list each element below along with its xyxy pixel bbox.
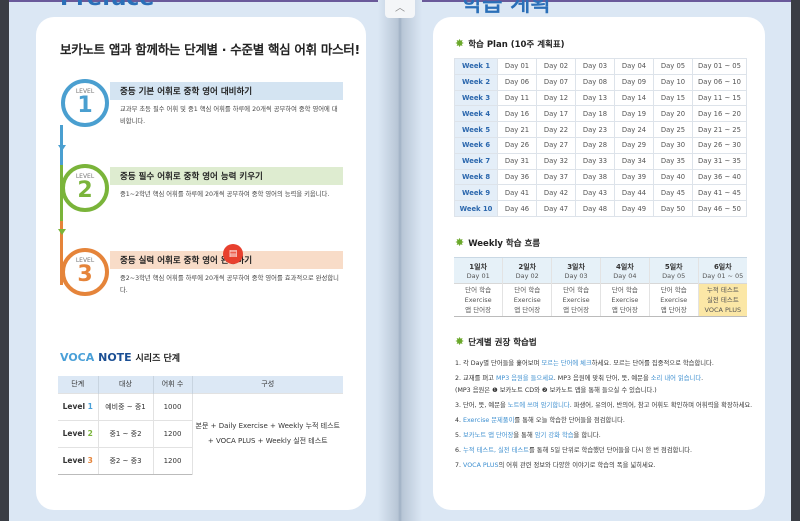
- weekly-day-header: 4일차 Day 04: [599, 257, 650, 284]
- method-item: (MP3 음원은 ❶ 보카노트 CD와 ❷ 보카노트 앱을 통해 들으실 수 있…: [455, 387, 657, 394]
- viewer-frame-left: [0, 0, 9, 521]
- weekly-day-header: 3일차 Day 03: [551, 257, 601, 284]
- weekly-day-tasks: 단어 학습 Exercise 앱 단어장: [599, 283, 650, 317]
- table-row: Week 5 Day 21 Day 22 Day 23 Day 24 Day 25 Day …: [454, 121, 747, 138]
- method-item: 4. Exercise 문제풀이를 통해 오늘 학습한 단어들을 점검합니다.: [455, 417, 625, 424]
- level-badge: LEVEL 2: [61, 164, 109, 212]
- table-row: Week 8 Day 36 Day 37 Day 38 Day 39 Day 40 Day …: [454, 168, 747, 186]
- level-description: 중1~2학년 핵심 어휘를 하루에 20개씩 공부하여 중학 영어의 능력을 키…: [120, 191, 330, 198]
- method-list: 1. 각 Day별 단어들을 훑어보며 모르는 단어에 체크하세요. 모르는 단…: [455, 358, 755, 475]
- series-title: VOCA NOTE 시리즈 단계: [60, 351, 181, 364]
- method-item: 5. 보카노트 앱 단어장을 통해 암기 강화 학습을 합니다.: [455, 432, 601, 439]
- weekly-day-tasks: 누적 테스트 실전 테스트 VOCA PLUS: [697, 283, 747, 317]
- scroll-up-button[interactable]: ︿: [385, 0, 415, 18]
- table-row: Week 6 Day 26 Day 27 Day 28 Day 29 Day 30 Day …: [454, 136, 747, 154]
- plan-table: Week 1 Day 01 Day 02 Day 03 Day 04 Day 05 Day …: [454, 58, 747, 217]
- method-heading: ✸ 단계별 권장 학습법: [455, 335, 537, 348]
- weekly-day-tasks: 단어 학습 Exercise 앱 단어장: [502, 283, 552, 317]
- table-row: Week 7 Day 31 Day 32 Day 33 Day 34 Day 35 Day …: [454, 152, 747, 170]
- weekly-day-header: 1일차 Day 01: [454, 257, 503, 284]
- right-page: ✸ 학습 Plan (10주 계획표) Week 1 Day 01 Day 02 Day…: [433, 17, 765, 510]
- level-description: 교과부 초등 필수 어휘 및 중1 핵심 어휘를 하루에 20개씩 공부하여 중…: [120, 106, 338, 125]
- level-heading: 중등 필수 어휘로 중학 영어 능력 키우기: [110, 167, 343, 185]
- table-row: Week 1 Day 01 Day 02 Day 03 Day 04 Day 05 Day …: [454, 58, 747, 75]
- table-row: Level 1 예비중 ~ 중1 1000 본문 + Daily Exercis…: [58, 392, 343, 474]
- method-item: 7. VOCA PLUS의 어휘 관련 정보와 다양한 이야기로 학습의 폭을 …: [455, 462, 656, 469]
- level-badge: LEVEL 3: [61, 248, 109, 296]
- arrow-down-icon: [58, 229, 66, 235]
- viewer-frame-right: [791, 0, 800, 521]
- table-row: Week 10 Day 46 Day 47 Day 48 Day 49 Day 50 Day…: [454, 200, 747, 217]
- right-page-heading: 학습 계획: [462, 0, 551, 17]
- weekly-day-tasks: 단어 학습 Exercise 앱 단어장: [551, 283, 601, 317]
- level-badge: LEVEL 1: [61, 79, 109, 127]
- leaf-icon: ✸: [455, 335, 465, 348]
- table-row: Week 4 Day 16 Day 17 Day 18 Day 19 Day 20 Day …: [454, 105, 747, 123]
- page-title: 보카노트 앱과 함께하는 단계별 · 수준별 핵심 어휘 마스터!: [60, 42, 360, 57]
- leaf-icon: ✸: [455, 37, 465, 50]
- weekly-table: 1일차 Day 01 2일차 Day 02 3일차 Day 03 4일차 Day 04 5일차 D…: [454, 257, 747, 317]
- table-row: Week 3 Day 11 Day 12 Day 13 Day 14 Day 15 Day …: [454, 89, 747, 107]
- weekly-day-header: 6일차 Day 01 ~ 05: [697, 257, 747, 284]
- weekly-day-header: 2일차 Day 02: [502, 257, 552, 284]
- weekly-day-tasks: 단어 학습 Exercise 앱 단어장: [454, 283, 503, 317]
- leaf-icon: ✸: [455, 236, 465, 249]
- plan-heading: ✸ 학습 Plan (10주 계획표): [455, 37, 565, 50]
- series-table: 단계 대상 어휘 수 구성 Level 1 예비중 ~ 중1 1000 본문 +…: [58, 376, 343, 475]
- level-heading: 중등 기본 어휘로 중학 영어 대비하기: [110, 82, 343, 100]
- method-item: 1. 각 Day별 단어들을 훑어보며 모르는 단어에 체크하세요. 모르는 단…: [455, 360, 714, 367]
- weekly-heading: ✸ Weekly 학습 흐름: [455, 236, 541, 249]
- method-item: 3. 단어, 뜻, 예문을 노트에 쓰며 암기합니다. 파생어, 유의어, 반의…: [455, 402, 753, 409]
- arrow-down-icon: [58, 145, 66, 151]
- left-page: 보카노트 앱과 함께하는 단계별 · 수준별 핵심 어휘 마스터! 중등 기본 …: [36, 17, 366, 510]
- bookmark-pin-icon[interactable]: ▤: [223, 244, 243, 264]
- method-item: 2. 교재를 펴고 MP3 음원을 들으세요. MP3 음원에 맞춰 단어, 뜻…: [455, 375, 704, 382]
- weekly-day-header: 5일차 Day 05: [648, 257, 699, 284]
- book-spine: [378, 0, 422, 521]
- method-item: 6. 누적 테스트, 실전 테스트를 통해 5일 단위로 학습했던 단어들을 다…: [455, 447, 693, 454]
- table-row: Week 2 Day 06 Day 07 Day 08 Day 09 Day 10 Day …: [454, 73, 747, 91]
- table-row: Week 9 Day 41 Day 42 Day 43 Day 44 Day 45 Day …: [454, 184, 747, 202]
- level-description: 중2~3학년 핵심 어휘를 하루에 20개씩 공부하여 중학 영어를 효과적으로…: [120, 275, 339, 294]
- weekly-day-tasks: 단어 학습 Exercise 앱 단어장: [648, 283, 699, 317]
- left-page-heading: Preface: [60, 0, 154, 11]
